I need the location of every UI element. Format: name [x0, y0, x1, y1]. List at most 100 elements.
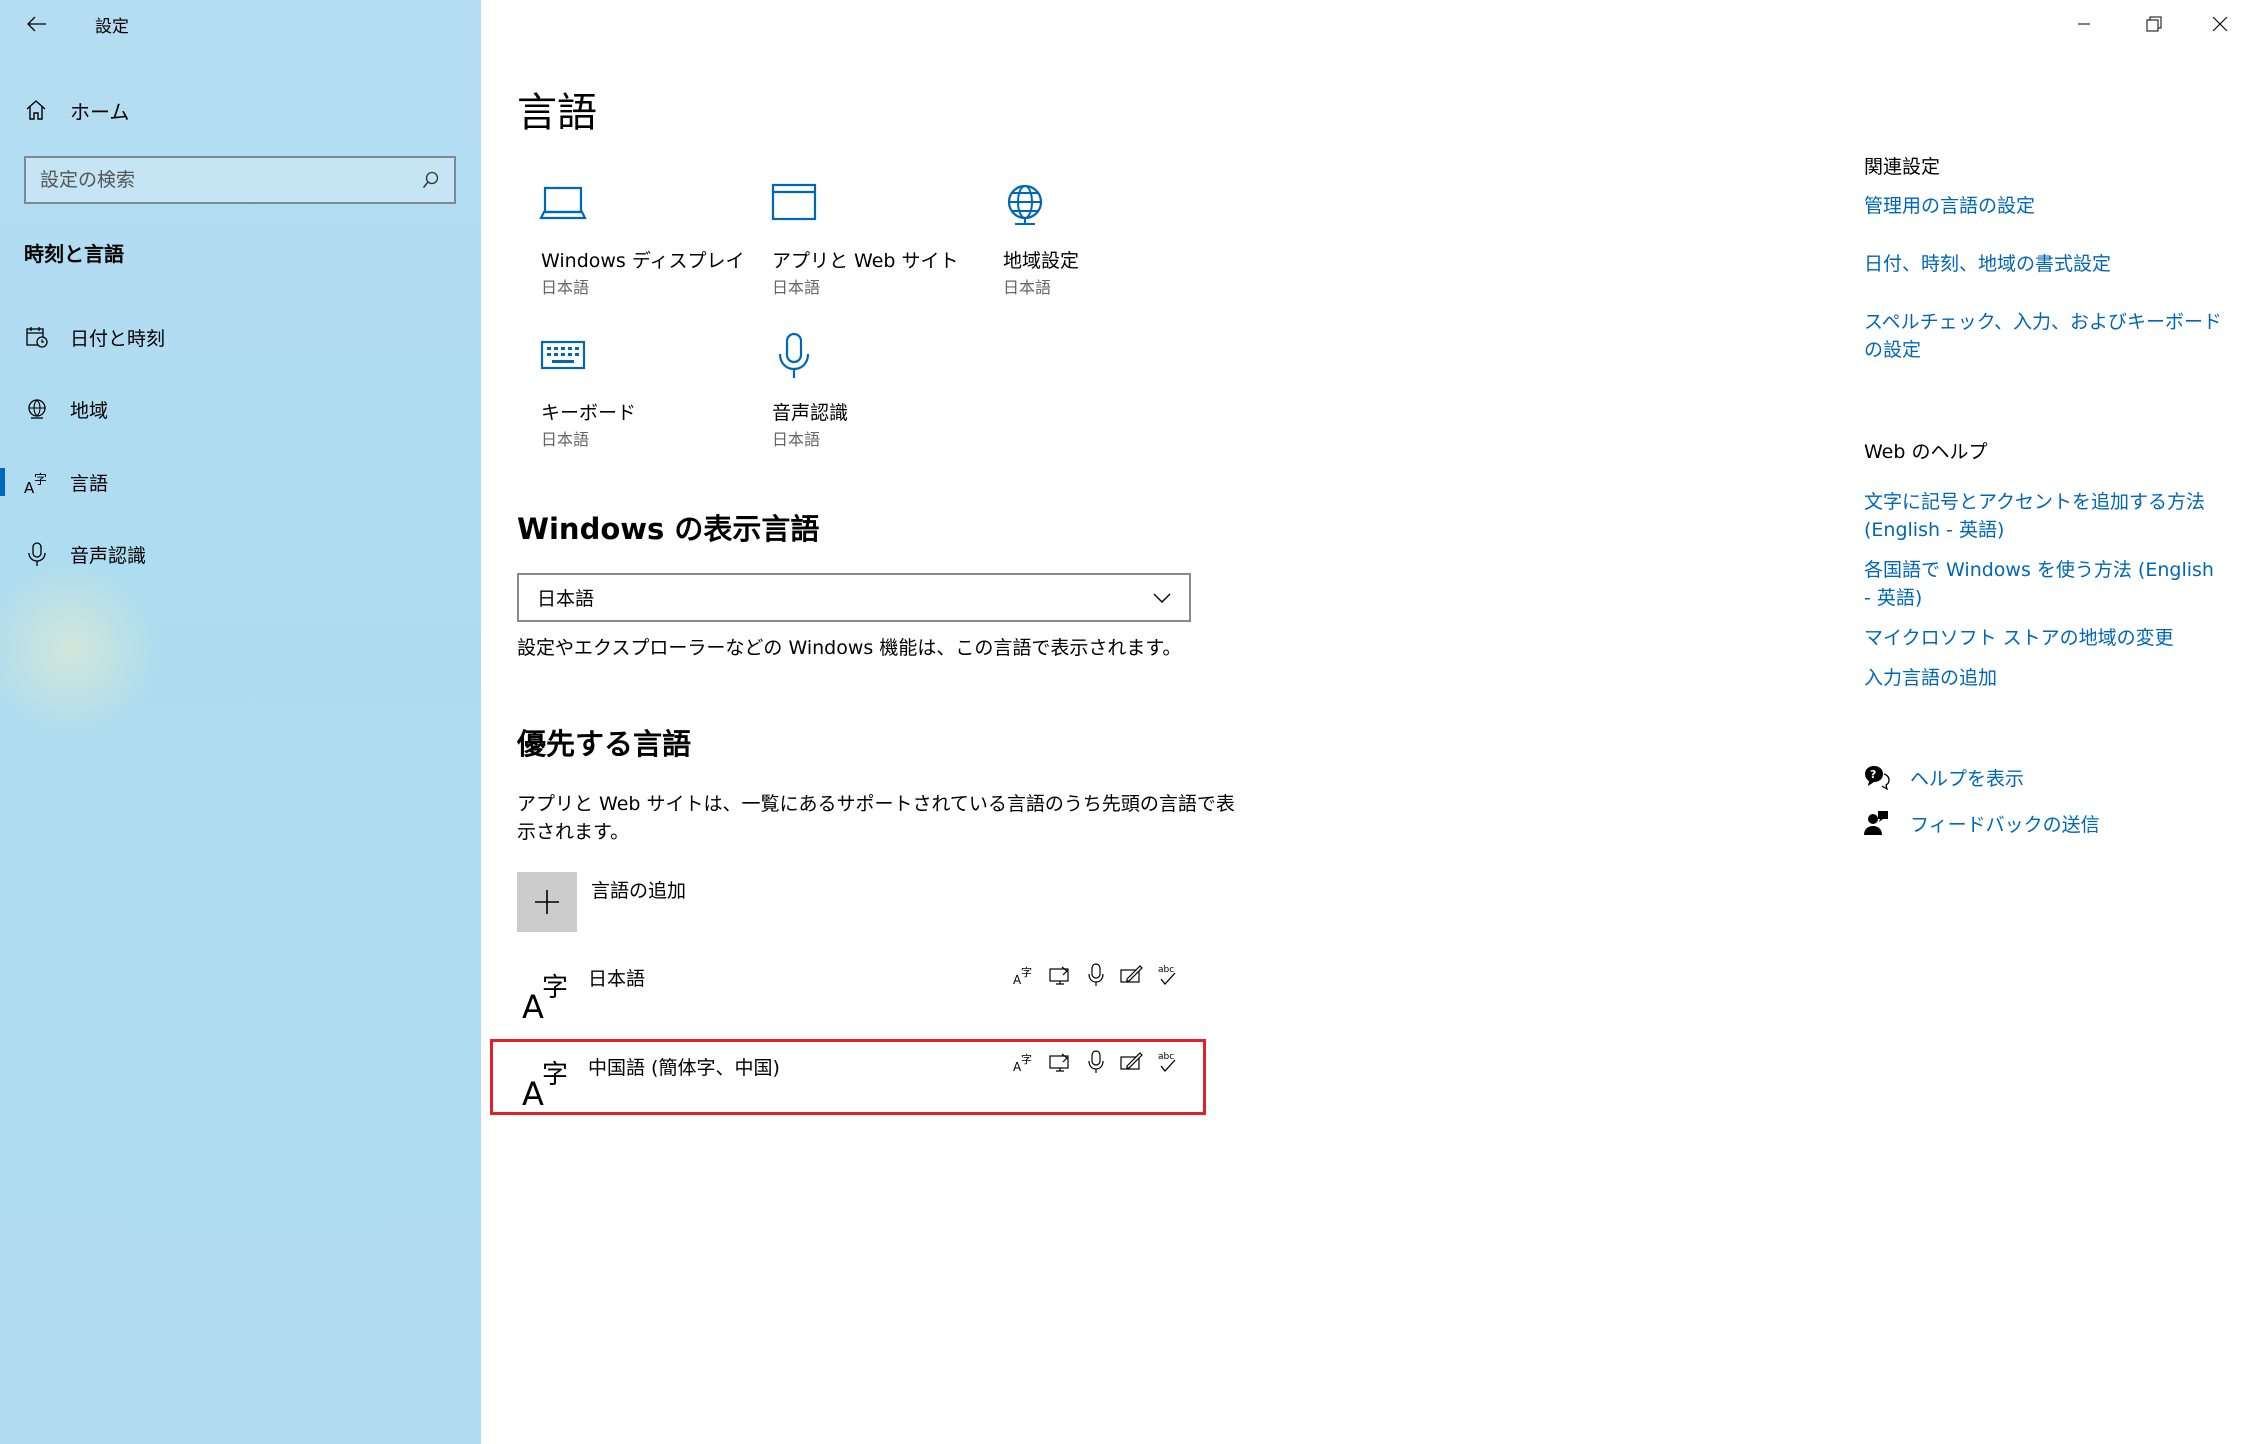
wallpaper-glow	[0, 560, 160, 740]
home-label: ホーム	[70, 99, 130, 124]
sidebar-item-region[interactable]: 地域	[0, 381, 481, 437]
page-title: 言語	[517, 90, 597, 136]
close-button[interactable]	[2186, 0, 2252, 48]
search-input[interactable]	[40, 169, 422, 191]
language-icon: A字	[24, 469, 50, 495]
sidebar-item-date-time[interactable]: 日付と時刻	[0, 309, 481, 365]
sidebar-item-language[interactable]: A字 言語	[0, 454, 481, 510]
sidebar-item-home[interactable]: ホーム	[24, 93, 129, 127]
language-name: 中国語 (簡体字、中国)	[588, 1057, 780, 1079]
link-change-store-region[interactable]: マイクロソフト ストアの地域の変更	[1864, 624, 2224, 652]
svg-text:字: 字	[1021, 965, 1032, 979]
active-indicator	[0, 468, 5, 496]
tile-label: 音声認識	[772, 402, 849, 424]
display-language-heading: Windows の表示言語	[517, 512, 820, 546]
description-line: アプリと Web サイトは、一覧にあるサポートされている言語のうち先頭の言語で表	[517, 793, 1235, 815]
tile-sub: 日本語	[772, 430, 821, 449]
svg-text:A: A	[522, 988, 544, 1022]
feedback-person-icon	[1862, 809, 1890, 837]
get-help-link[interactable]: ? ヘルプを表示	[1862, 762, 2024, 792]
feedback-label: フィードバックの送信	[1910, 813, 2100, 836]
tile-speech[interactable]: 音声認識 日本語	[748, 332, 958, 472]
sidebar-item-label: 日付と時刻	[70, 327, 166, 350]
search-box[interactable]	[24, 156, 456, 204]
tile-label: Windows ディスプレイ	[541, 250, 745, 272]
related-settings-heading: 関連設定	[1864, 156, 1941, 178]
minimize-icon	[2078, 23, 2090, 25]
web-help-heading: Web のヘルプ	[1864, 441, 1988, 463]
svg-text:A: A	[522, 1075, 544, 1109]
handwriting-icon	[1120, 962, 1144, 988]
chevron-down-icon	[1153, 593, 1171, 603]
keyboard-icon	[540, 340, 586, 370]
add-language-button[interactable]: 言語の追加	[517, 872, 686, 932]
calendar-clock-icon	[24, 324, 50, 350]
language-features: A字 abc	[1012, 962, 1180, 988]
svg-text:字: 字	[542, 973, 568, 1003]
text-to-speech-icon	[1048, 1049, 1072, 1075]
globe-icon	[1007, 184, 1043, 225]
minimize-button[interactable]	[2050, 0, 2118, 48]
help-label: ヘルプを表示	[1910, 767, 2025, 790]
window-title: 設定	[95, 17, 129, 37]
sidebar-item-speech[interactable]: 音声認識	[0, 526, 481, 582]
display-language-icon: A字	[1012, 962, 1036, 988]
link-admin-language-settings[interactable]: 管理用の言語の設定	[1864, 192, 2224, 220]
handwriting-icon	[1120, 1049, 1144, 1075]
tile-sub: 日本語	[541, 278, 590, 297]
link-add-input-language[interactable]: 入力言語の追加	[1864, 664, 2224, 692]
tile-windows-display[interactable]: Windows ディスプレイ 日本語	[517, 180, 745, 320]
display-language-description: 設定やエクスプローラーなどの Windows 機能は、この言語で表示されます。	[517, 637, 1182, 659]
text-to-speech-icon	[1048, 962, 1072, 988]
language-item-chinese[interactable]: A字 中国語 (簡体字、中国) A字 abc	[490, 1039, 1206, 1115]
add-language-label: 言語の追加	[591, 880, 687, 902]
tile-keyboard[interactable]: キーボード 日本語	[517, 332, 727, 472]
close-icon	[2212, 16, 2228, 32]
back-button[interactable]	[22, 10, 52, 38]
globe-region-icon	[24, 396, 50, 422]
preferred-language-description: アプリと Web サイトは、一覧にあるサポートされている言語のうち先頭の言語で表…	[517, 790, 1235, 846]
dropdown-value: 日本語	[537, 588, 595, 610]
language-glyph-icon: A字	[522, 973, 568, 1022]
send-feedback-link[interactable]: フィードバックの送信	[1862, 808, 2100, 838]
sidebar-item-label: 地域	[70, 399, 109, 422]
display-language-icon: A字	[1012, 1049, 1036, 1075]
tile-apps-websites[interactable]: アプリと Web サイト 日本語	[748, 180, 959, 320]
link-add-accents-symbols[interactable]: 文字に記号とアクセントを追加する方法 (English - 英語)	[1864, 488, 2224, 544]
home-icon	[26, 100, 46, 120]
sidebar-item-label: 言語	[70, 472, 109, 495]
link-use-windows-languages[interactable]: 各国語で Windows を使う方法 (English - 英語)	[1864, 556, 2224, 612]
display-language-dropdown[interactable]: 日本語	[517, 573, 1191, 622]
tile-sub: 日本語	[541, 430, 590, 449]
tile-label: アプリと Web サイト	[772, 250, 959, 272]
tile-label: キーボード	[541, 402, 637, 424]
preferred-language-heading: 優先する言語	[517, 727, 692, 761]
svg-text:字: 字	[34, 473, 47, 488]
window-icon	[771, 183, 817, 221]
language-glyph-icon: A字	[522, 1060, 568, 1109]
spellcheck-icon: abc	[1156, 1049, 1180, 1075]
tile-label: 地域設定	[1003, 250, 1080, 272]
description-line: 示されます。	[517, 821, 630, 843]
plus-icon	[517, 872, 577, 932]
tile-regional-settings[interactable]: 地域設定 日本語	[979, 180, 1189, 320]
language-name: 日本語	[588, 968, 646, 990]
speech-recognition-icon	[1084, 962, 1108, 988]
svg-text:abc: abc	[1158, 965, 1174, 975]
svg-text:字: 字	[1021, 1052, 1032, 1066]
svg-text:abc: abc	[1158, 1052, 1174, 1062]
speech-recognition-icon	[1084, 1049, 1108, 1075]
restore-button[interactable]	[2120, 0, 2188, 48]
section-title: 時刻と言語	[24, 242, 124, 266]
microphone-icon	[24, 541, 50, 567]
help-chat-icon: ?	[1862, 763, 1890, 791]
restore-icon	[2146, 16, 2162, 32]
link-date-time-region-format[interactable]: 日付、時刻、地域の書式設定	[1864, 250, 2224, 278]
back-arrow-icon	[27, 16, 46, 32]
link-spelling-typing-keyboard[interactable]: スペルチェック、入力、およびキーボードの設定	[1864, 308, 2224, 364]
language-features: A字 abc	[1012, 1049, 1180, 1075]
tile-sub: 日本語	[1003, 278, 1052, 297]
sidebar-item-label: 音声認識	[70, 544, 147, 567]
language-item-japanese[interactable]: A字 日本語 A字 abc	[490, 952, 1206, 1028]
search-icon[interactable]	[422, 171, 440, 189]
